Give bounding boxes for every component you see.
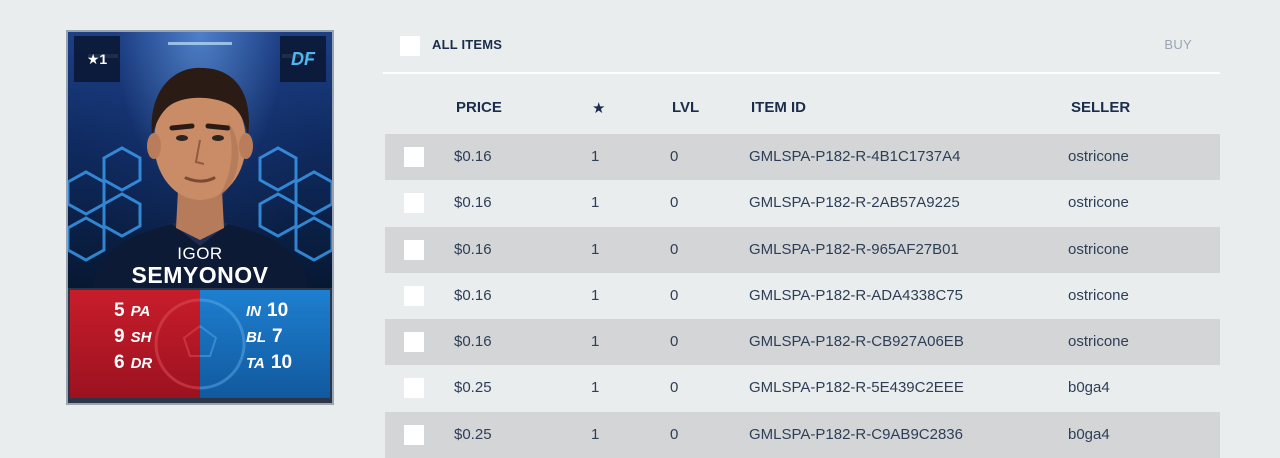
stat-sh-label: SH [130,329,152,346]
row-checkbox[interactable] [404,332,424,353]
row-seller: b0ga4 [1068,425,1110,443]
stat-pa-label: PA [130,303,151,320]
row-price: $0.16 [454,240,492,258]
row-seller: ostricone [1068,194,1129,212]
player-last-name: SEMYONOV [131,262,269,288]
row-item-id: GMLSPA-P182-R-965AF27B01 [749,240,959,258]
stat-ta: TA 10 [246,352,292,374]
stat-bl: BL 7 [246,326,283,348]
column-header-seller[interactable]: SELLER [1071,99,1130,116]
stat-pa-value: 5 [114,300,125,321]
stat-in-value: 10 [267,300,289,321]
table-row[interactable]: $0.25 1 0 GMLSPA-P182-R-C9AB9C2836 b0ga4 [385,411,1220,458]
row-checkbox[interactable] [404,239,424,260]
column-header-item-id[interactable]: ITEM ID [751,99,806,116]
row-price: $0.25 [454,379,492,397]
table-row[interactable]: $0.16 1 0 GMLSPA-P182-R-965AF27B01 ostri… [385,226,1220,273]
row-seller: ostricone [1068,240,1129,258]
card-stats-right: IN 10 BL 7 TA 10 [200,290,330,398]
player-card: ★1 DF IGOR SEMYONOV 5 PA 9 SH 6 DR IN 10… [66,30,334,405]
select-all-checkbox[interactable] [400,36,420,56]
stat-dr-label: DR [130,355,153,372]
row-star: 1 [591,148,600,165]
row-checkbox[interactable] [404,193,424,214]
stat-bl-value: 7 [272,326,283,347]
row-star: 1 [591,194,600,212]
row-checkbox[interactable] [404,285,424,306]
row-item-id: GMLSPA-P182-R-CB927A06EB [749,333,964,351]
table-row[interactable]: $0.16 1 0 GMLSPA-P182-R-CB927A06EB ostri… [385,319,1220,366]
stat-dr: 6 DR [114,352,152,374]
row-item-id: GMLSPA-P182-R-ADA4338C75 [749,286,963,304]
row-price: $0.16 [454,286,492,304]
row-price: $0.16 [454,194,492,212]
row-star: 1 [591,333,600,351]
stat-bl-label: BL [246,329,266,346]
buy-button[interactable]: BUY [1164,37,1192,52]
row-level: 0 [670,286,679,304]
row-star: 1 [591,286,600,304]
row-price: $0.25 [454,425,492,443]
stat-in-label: IN [246,303,261,320]
stat-pa: 5 PA [114,300,150,322]
stat-sh: 9 SH [114,326,151,348]
table-header: PRICE ★ LVL ITEM ID SELLER [383,90,1220,126]
row-level: 0 [670,333,679,351]
column-header-star[interactable]: ★ [592,99,605,117]
row-star: 1 [591,425,600,443]
row-price: $0.16 [454,333,492,351]
select-all-label[interactable]: ALL ITEMS [432,37,502,52]
stat-ta-label: TA [246,355,265,372]
table-row[interactable]: $0.16 1 0 GMLSPA-P182-R-2AB57A9225 ostri… [385,180,1220,226]
listing-toolbar: ALL ITEMS BUY [383,30,1220,74]
row-level: 0 [670,148,679,165]
row-item-id: GMLSPA-P182-R-4B1C1737A4 [749,148,961,165]
row-checkbox[interactable] [404,424,424,445]
row-seller: ostricone [1068,333,1129,351]
row-level: 0 [670,425,679,443]
table-row[interactable]: $0.25 1 0 GMLSPA-P182-R-5E439C2EEE b0ga4 [385,365,1220,411]
listing-table-body: $0.16 1 0 GMLSPA-P182-R-4B1C1737A4 ostri… [385,134,1220,458]
column-header-price[interactable]: PRICE [456,99,502,116]
row-seller: ostricone [1068,286,1129,304]
stat-dr-value: 6 [114,352,125,373]
table-row[interactable]: $0.16 1 0 GMLSPA-P182-R-ADA4338C75 ostri… [385,273,1220,319]
row-level: 0 [670,194,679,212]
player-first-name: IGOR [177,244,223,263]
row-price: $0.16 [454,148,492,165]
card-stats-panel: 5 PA 9 SH 6 DR IN 10 BL 7 TA 10 [68,288,332,403]
row-star: 1 [591,240,600,258]
row-level: 0 [670,379,679,397]
card-stats-left: 5 PA 9 SH 6 DR [70,290,200,398]
column-header-level[interactable]: LVL [672,99,699,116]
row-item-id: GMLSPA-P182-R-5E439C2EEE [749,379,964,397]
row-seller: ostricone [1068,148,1129,165]
stat-ta-value: 10 [270,352,293,373]
row-item-id: GMLSPA-P182-R-2AB57A9225 [749,194,960,212]
row-level: 0 [670,240,679,258]
stat-sh-value: 9 [114,326,125,347]
card-star-rating: ★1 [74,36,120,82]
row-item-id: GMLSPA-P182-R-C9AB9C2836 [749,425,963,443]
table-row[interactable]: $0.16 1 0 GMLSPA-P182-R-4B1C1737A4 ostri… [385,134,1220,181]
stat-in: IN 10 [246,300,288,322]
row-checkbox[interactable] [404,378,424,399]
row-checkbox[interactable] [404,147,424,167]
row-star: 1 [591,379,600,397]
row-seller: b0ga4 [1068,379,1110,397]
card-position-badge: DF [280,36,326,82]
